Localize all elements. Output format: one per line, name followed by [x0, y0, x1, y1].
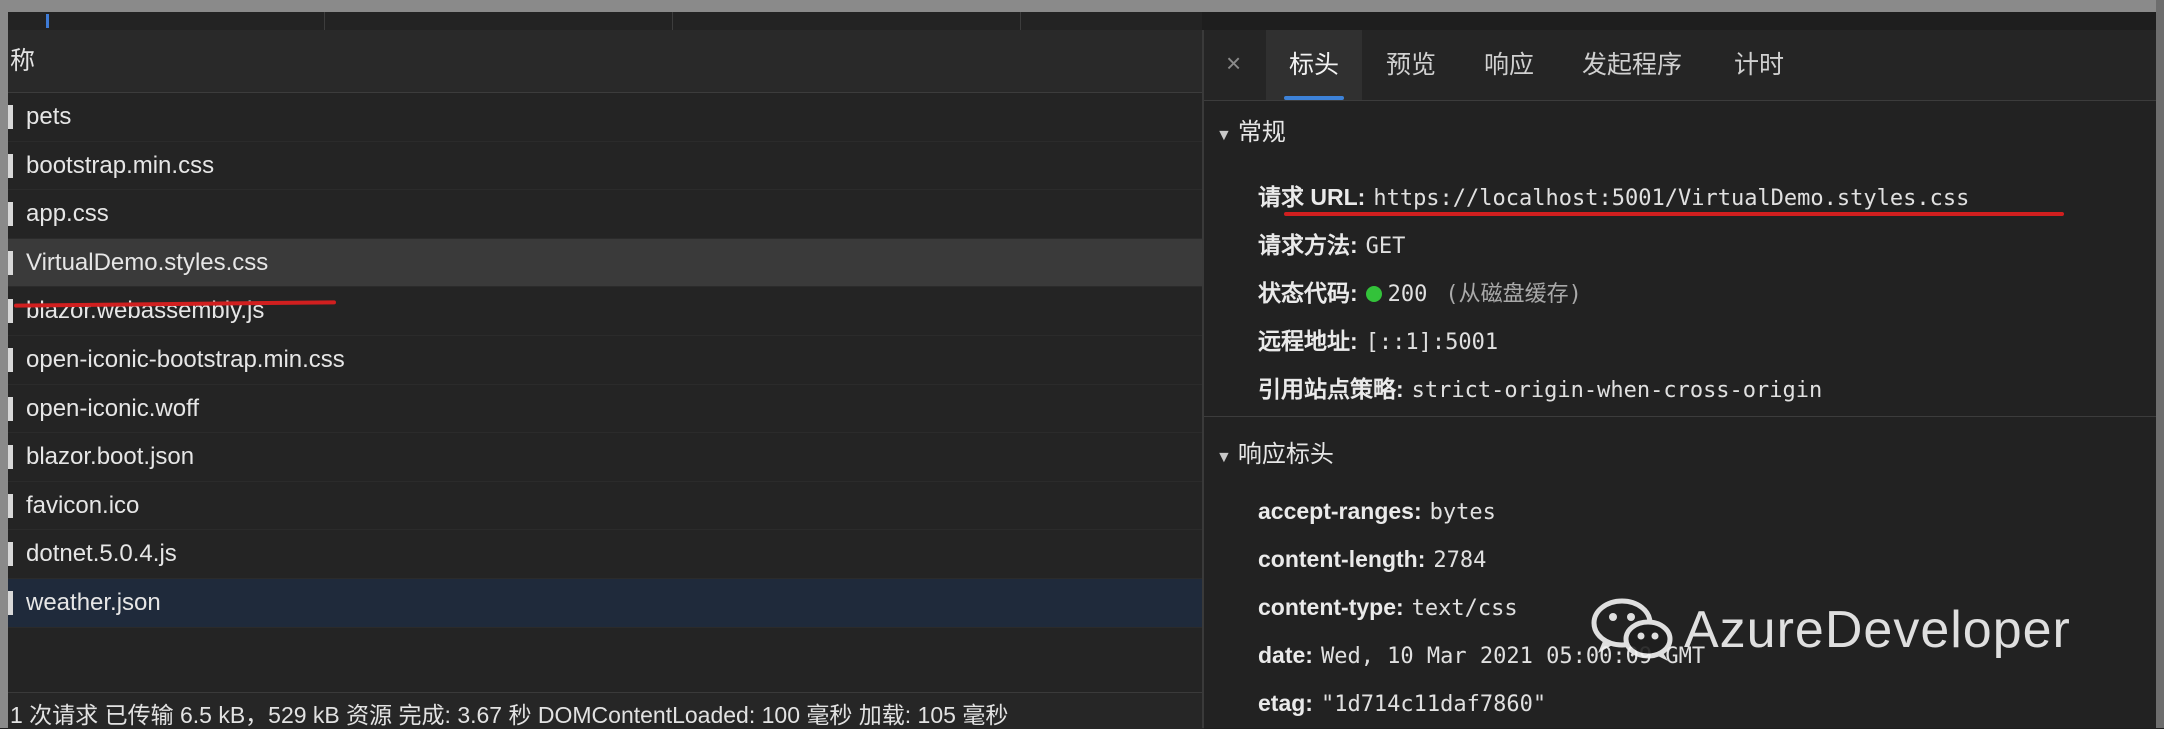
response-header-row: content-length: 2784 — [1258, 546, 1486, 573]
name-column-header[interactable]: 称 — [8, 30, 1204, 93]
timeline-marker — [46, 14, 49, 28]
request-list-panel: 称 pets bootstrap.min.css app.css VirtualDem… — [8, 30, 1204, 729]
tab-preview[interactable]: 预览 — [1386, 30, 1436, 100]
watermark-text: AzureDeveloper — [1684, 601, 2071, 659]
request-row[interactable]: open-iconic.woff — [8, 385, 1202, 434]
field-label: 请求 URL: — [1258, 184, 1366, 210]
tab-initiator[interactable]: 发起程序 — [1582, 30, 1682, 100]
resource-type-marker — [8, 590, 13, 615]
request-name: app.css — [26, 200, 109, 228]
request-name: favicon.ico — [26, 491, 140, 519]
request-row[interactable]: favicon.ico — [8, 482, 1202, 531]
resource-type-marker — [8, 445, 13, 470]
response-header-row: accept-ranges: bytes — [1258, 498, 1496, 525]
header-key: content-type: — [1258, 594, 1404, 620]
window-frame-left — [0, 0, 8, 728]
resource-type-marker — [8, 105, 13, 129]
resource-type-marker — [8, 493, 13, 518]
referrer-policy-row: 引用站点策略: strict-origin-when-cross-origin — [1258, 370, 1822, 404]
header-key: content-length: — [1258, 546, 1426, 572]
request-name: open-iconic.woff — [26, 394, 199, 422]
resource-type-marker — [8, 347, 13, 372]
resource-type-marker — [8, 396, 13, 421]
request-url-row: 请求 URL: https://localhost:5001/VirtualDem… — [1258, 178, 1969, 212]
waterfall-timeline — [8, 12, 1202, 31]
annotation-underline — [1284, 212, 2064, 216]
tab-label: 响应 — [1484, 51, 1535, 79]
timeline-tick — [1020, 12, 1021, 30]
resource-type-marker — [8, 153, 13, 178]
tab-timing[interactable]: 计时 — [1734, 30, 1784, 100]
request-row[interactable]: app.css — [8, 190, 1202, 239]
resource-type-marker — [8, 250, 13, 275]
tab-label: 预览 — [1386, 51, 1437, 79]
field-label: 引用站点策略: — [1258, 376, 1404, 402]
remote-address-value: [::1]:5001 — [1365, 330, 1499, 355]
request-name: open-iconic-bootstrap.min.css — [26, 345, 345, 373]
close-icon[interactable]: × — [1226, 48, 1241, 79]
request-row[interactable]: weather.json — [8, 578, 1202, 628]
request-name: weather.json — [26, 588, 161, 616]
request-row[interactable]: open-iconic-bootstrap.min.css — [8, 336, 1202, 385]
collapse-triangle-icon: ▼ — [1216, 127, 1232, 144]
section-title: 响应标头 — [1237, 441, 1334, 468]
tab-response[interactable]: 响应 — [1484, 30, 1534, 100]
general-section-header[interactable]: ▼ 常规 — [1204, 112, 2156, 147]
response-headers-section-header[interactable]: ▼ 响应标头 — [1204, 434, 2156, 469]
field-label: 远程地址: — [1258, 328, 1358, 354]
section-title: 常规 — [1237, 119, 1286, 146]
request-name: pets — [26, 103, 72, 130]
request-method-row: 请求方法: GET — [1258, 226, 1405, 260]
field-label: 状态代码: — [1258, 280, 1358, 306]
window-frame-right — [2156, 0, 2164, 728]
window-frame-top — [0, 0, 2164, 12]
network-summary-bar: 1 次请求 已传输 6.5 kB，529 kB 资源 完成: 3.67 秒 DO… — [8, 692, 1204, 729]
details-tab-bar: × 标头 预览 响应 发起程序 计时 — [1204, 30, 2156, 101]
cache-note: (从磁盘缓存) — [1445, 282, 1582, 307]
header-value: text/css — [1411, 596, 1518, 621]
active-tab-indicator — [1284, 96, 1344, 100]
request-row[interactable]: dotnet.5.0.4.js — [8, 530, 1202, 579]
watermark: AzureDeveloper — [1590, 590, 2071, 670]
request-row[interactable]: VirtualDemo.styles.css — [8, 238, 1202, 288]
request-list: pets bootstrap.min.css app.css VirtualDemo.… — [8, 93, 1202, 628]
timeline-tick — [672, 12, 673, 30]
tab-headers[interactable]: 标头 — [1266, 30, 1362, 100]
resource-type-marker — [8, 202, 13, 227]
field-label: 请求方法: — [1258, 232, 1358, 258]
request-url-value: https://localhost:5001/VirtualDemo.style… — [1373, 186, 1970, 211]
resource-type-marker — [8, 542, 13, 567]
header-value: bytes — [1429, 500, 1496, 525]
tab-label: 标头 — [1288, 51, 1339, 79]
referrer-policy-value: strict-origin-when-cross-origin — [1411, 378, 1823, 403]
method-value: GET — [1365, 234, 1406, 259]
request-name: VirtualDemo.styles.css — [26, 248, 269, 276]
header-key: date: — [1258, 642, 1313, 668]
collapse-triangle-icon: ▼ — [1216, 449, 1232, 466]
response-header-row: content-type: text/css — [1258, 594, 1518, 621]
request-name: blazor.boot.json — [26, 443, 195, 471]
tab-label: 发起程序 — [1582, 51, 1683, 79]
request-row[interactable]: bootstrap.min.css — [8, 142, 1202, 191]
header-value: 2784 — [1433, 548, 1487, 573]
request-name: dotnet.5.0.4.js — [26, 540, 177, 568]
header-key: etag: — [1258, 690, 1313, 716]
header-key: accept-ranges: — [1258, 498, 1422, 524]
wechat-icon — [1590, 595, 1674, 665]
section-divider — [1204, 416, 2156, 417]
resource-type-marker — [8, 299, 13, 324]
status-code-value: 200 — [1387, 282, 1428, 307]
status-ok-icon — [1365, 286, 1382, 302]
response-header-row: etag: "1d714c11daf7860" — [1258, 690, 1546, 717]
request-row[interactable]: blazor.webassembly.js — [8, 287, 1202, 336]
remote-address-row: 远程地址: [::1]:5001 — [1258, 322, 1498, 356]
header-value: "1d714c11daf7860" — [1320, 692, 1547, 717]
status-code-row: 状态代码: 200 (从磁盘缓存) — [1258, 274, 1582, 308]
request-row[interactable]: pets — [8, 93, 1202, 142]
timeline-tick — [324, 12, 325, 30]
request-row[interactable]: blazor.boot.json — [8, 433, 1202, 482]
request-name: bootstrap.min.css — [26, 151, 215, 179]
tab-label: 计时 — [1734, 51, 1785, 79]
